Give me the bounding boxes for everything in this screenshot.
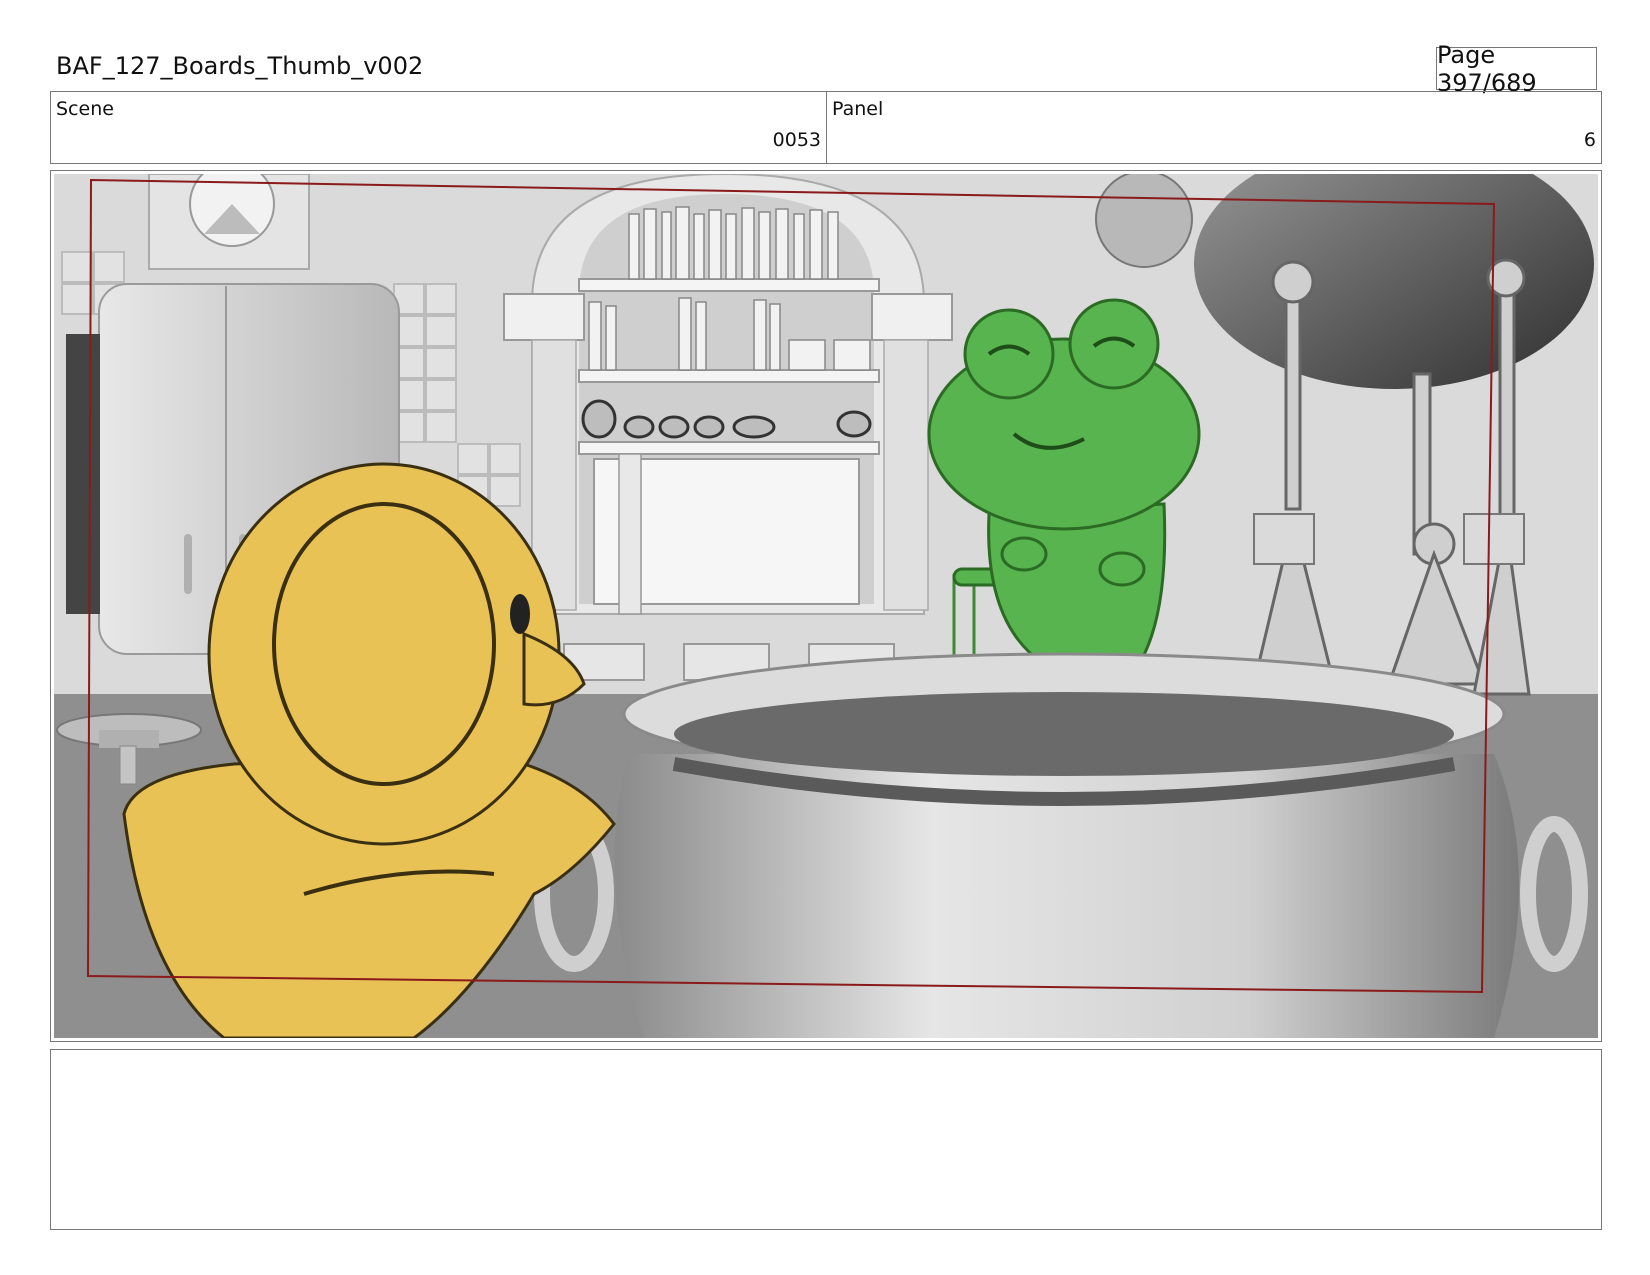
panel-label: Panel xyxy=(832,98,884,120)
panel-number: 6 xyxy=(1583,129,1596,151)
panel-cell: Panel 6 xyxy=(827,92,1601,163)
storyboard-frame xyxy=(50,170,1602,1042)
scene-cell: Scene 0053 xyxy=(51,92,827,163)
page-number: Page 397/689 xyxy=(1436,41,1597,97)
scene-panel-info: Scene 0053 Panel 6 xyxy=(50,91,1602,164)
scene-number: 0053 xyxy=(772,129,821,151)
storyboard-image xyxy=(54,174,1598,1038)
scene-label: Scene xyxy=(56,98,114,120)
cauldron xyxy=(534,652,1588,1038)
document-title: BAF_127_Boards_Thumb_v002 xyxy=(56,52,424,80)
panel-notes xyxy=(50,1049,1602,1230)
